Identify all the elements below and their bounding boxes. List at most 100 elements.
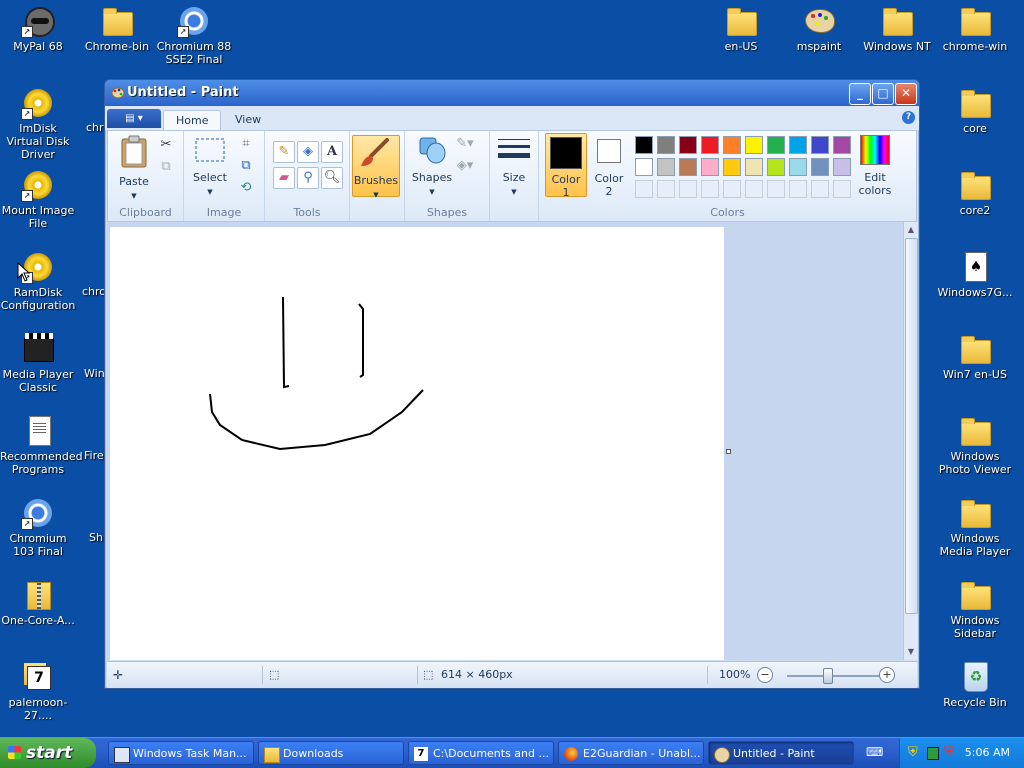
desktop-icon-mspaint[interactable]: mspaint: [781, 4, 857, 53]
palette-color-swatch[interactable]: [657, 136, 675, 154]
select-button[interactable]: Select ▼: [190, 135, 230, 199]
maximize-button[interactable]: □: [872, 83, 894, 105]
desktop-icon-core2[interactable]: core2: [937, 168, 1013, 217]
palette-color-swatch[interactable]: [701, 158, 719, 176]
vertical-scrollbar[interactable]: ▲ ▼: [903, 222, 918, 660]
close-button[interactable]: ✕: [895, 83, 917, 105]
title-bar[interactable]: Untitled - Paint _ □ ✕: [105, 80, 919, 106]
palette-color-swatch[interactable]: [833, 158, 851, 176]
desktop-icon-recycle-bin[interactable]: ♻ Recycle Bin: [937, 660, 1013, 709]
palette-empty-swatch[interactable]: [745, 180, 763, 198]
rotate-icon[interactable]: ⟲: [236, 178, 256, 198]
desktop-icon-mypal[interactable]: ↗ MyPal 68: [0, 4, 76, 53]
desktop-icon-palemoon[interactable]: 7 palemoon-27....: [0, 660, 76, 722]
zoom-in-icon[interactable]: +: [879, 667, 895, 683]
palette-empty-swatch[interactable]: [811, 180, 829, 198]
crop-icon[interactable]: ⌗: [236, 134, 256, 154]
palette-color-swatch[interactable]: [789, 158, 807, 176]
palette-color-swatch[interactable]: [767, 136, 785, 154]
taskbar-item-7zip[interactable]: 7 C:\Documents and ...: [408, 741, 554, 765]
fill-icon[interactable]: ◈▾: [455, 156, 475, 176]
color-1-button[interactable]: Color 1: [545, 133, 587, 199]
desktop-icon-media-player[interactable]: Windows Media Player: [937, 496, 1013, 558]
palette-empty-swatch[interactable]: [657, 180, 675, 198]
palette-color-swatch[interactable]: [723, 136, 741, 154]
keyboard-icon[interactable]: ⌨: [866, 745, 883, 759]
palette-empty-swatch[interactable]: [679, 180, 697, 198]
edit-colors-button[interactable]: Edit colors: [853, 135, 897, 197]
network-icon[interactable]: [927, 747, 939, 760]
copy-icon[interactable]: ⧉: [156, 157, 176, 177]
minimize-button[interactable]: _: [849, 83, 871, 105]
palette-color-swatch[interactable]: [635, 136, 653, 154]
text-tool-icon[interactable]: A: [321, 141, 343, 163]
scroll-up-icon[interactable]: ▲: [905, 224, 917, 236]
security-shield-icon[interactable]: ⛨: [908, 745, 918, 760]
palette-color-swatch[interactable]: [745, 158, 763, 176]
zoom-out-icon[interactable]: −: [757, 667, 773, 683]
color-picker-icon[interactable]: ⚲: [297, 167, 319, 189]
palette-empty-swatch[interactable]: [723, 180, 741, 198]
palette-color-swatch[interactable]: [789, 136, 807, 154]
zoom-slider-thumb[interactable]: [823, 668, 833, 684]
desktop-icon-one-core[interactable]: One-Core-A...: [0, 578, 76, 627]
paste-button[interactable]: Paste ▼: [114, 135, 154, 203]
desktop-icon-en-us[interactable]: en-US: [703, 4, 779, 53]
desktop-icon-photo-viewer[interactable]: Windows Photo Viewer: [937, 414, 1013, 476]
taskbar-item-firefox[interactable]: E2Guardian - Unabl...: [558, 741, 704, 765]
palette-color-swatch[interactable]: [833, 136, 851, 154]
taskbar-item-paint[interactable]: Untitled - Paint: [708, 741, 854, 765]
drawing-canvas[interactable]: [110, 227, 724, 660]
palette-color-swatch[interactable]: [701, 136, 719, 154]
palette-color-swatch[interactable]: [723, 158, 741, 176]
desktop-icon-mount-image[interactable]: ↗ Mount Image File: [0, 168, 76, 230]
palette-color-swatch[interactable]: [657, 158, 675, 176]
palette-color-swatch[interactable]: [679, 136, 697, 154]
taskbar-item-task-manager[interactable]: Windows Task Man...: [108, 741, 254, 765]
palette-color-swatch[interactable]: [745, 136, 763, 154]
desktop-icon-mpc[interactable]: Media Player Classic: [0, 332, 76, 394]
desktop-icon-core[interactable]: core: [937, 86, 1013, 135]
cut-icon[interactable]: ✂: [156, 135, 176, 155]
magnifier-icon[interactable]: 🔍︎: [321, 167, 343, 189]
paint-window[interactable]: Untitled - Paint _ □ ✕ ▤ ▾ Home View ? P…: [104, 79, 920, 689]
palette-color-swatch[interactable]: [635, 158, 653, 176]
outline-icon[interactable]: ✎▾: [455, 134, 475, 154]
desktop-icon-chromium-88[interactable]: ↗ Chromium 88 SSE2 Final: [156, 4, 232, 66]
scroll-down-icon[interactable]: ▼: [905, 646, 917, 658]
palette-empty-swatch[interactable]: [635, 180, 653, 198]
help-icon[interactable]: ?: [902, 111, 915, 124]
palette-color-swatch[interactable]: [811, 158, 829, 176]
palette-empty-swatch[interactable]: [701, 180, 719, 198]
palette-color-swatch[interactable]: [767, 158, 785, 176]
desktop-icon-chrome-bin[interactable]: Chrome-bin: [79, 4, 155, 53]
desktop-icon-chromium-103[interactable]: ↗ Chromium 103 Final: [0, 496, 76, 558]
resize-handle[interactable]: [726, 449, 731, 454]
resize-icon[interactable]: ⧉: [236, 156, 256, 176]
desktop-icon-windows-nt[interactable]: Windows NT: [859, 4, 935, 53]
desktop-icon-windows7g[interactable]: ♠ Windows7G...: [937, 250, 1013, 299]
pencil-icon[interactable]: ✎: [273, 141, 295, 163]
tab-home[interactable]: Home: [163, 110, 222, 131]
eraser-icon[interactable]: ▰: [273, 167, 295, 189]
size-button[interactable]: Size ▼: [496, 135, 532, 199]
fill-bucket-icon[interactable]: ◈: [297, 141, 319, 163]
tab-view[interactable]: View: [223, 110, 273, 130]
taskbar-item-downloads[interactable]: Downloads: [258, 741, 404, 765]
desktop-icon-win7-en-us[interactable]: Win7 en-US: [937, 332, 1013, 381]
shapes-button[interactable]: Shapes ▼: [411, 135, 453, 199]
start-button[interactable]: start: [0, 738, 96, 768]
color-2-button[interactable]: Color 2: [589, 133, 629, 198]
palette-empty-swatch[interactable]: [789, 180, 807, 198]
antivirus-icon[interactable]: ⛨: [944, 745, 954, 760]
desktop-icon-chrome-win[interactable]: chrome-win: [937, 4, 1013, 53]
desktop-icon-ramdisk[interactable]: ↗ RamDisk Configuration: [0, 250, 76, 312]
palette-color-swatch[interactable]: [679, 158, 697, 176]
palette-color-swatch[interactable]: [811, 136, 829, 154]
paint-menu-button[interactable]: ▤ ▾: [107, 109, 161, 128]
palette-empty-swatch[interactable]: [767, 180, 785, 198]
scroll-thumb[interactable]: [905, 238, 918, 614]
desktop-icon-imdisk[interactable]: ↗ ImDisk Virtual Disk Driver: [0, 86, 76, 161]
desktop-icon-recommended[interactable]: Recommended Programs: [0, 414, 83, 476]
brushes-button[interactable]: Brushes ▼: [352, 135, 400, 199]
